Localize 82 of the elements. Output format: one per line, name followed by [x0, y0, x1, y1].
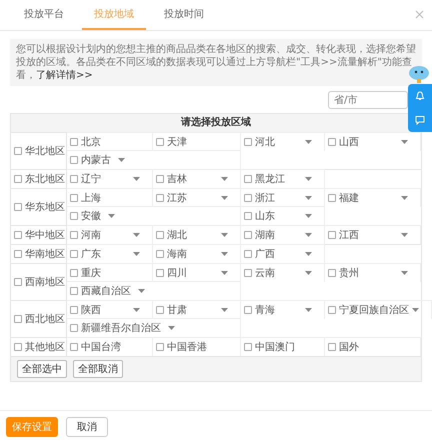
- province-checkbox[interactable]: 新疆维吾尔自治区: [67, 318, 241, 337]
- caret-icon[interactable]: [305, 196, 312, 200]
- caret-icon[interactable]: [133, 308, 140, 312]
- caret-icon[interactable]: [221, 271, 228, 275]
- caret-icon[interactable]: [221, 177, 228, 181]
- region-checkbox[interactable]: 其他地区: [11, 338, 67, 356]
- caret-icon[interactable]: [108, 214, 115, 218]
- province-checkbox[interactable]: 中国澳门: [241, 337, 325, 356]
- province-checkbox[interactable]: 安徽: [67, 206, 241, 225]
- caret-icon[interactable]: [133, 252, 140, 256]
- province-checkbox[interactable]: 吉林: [153, 169, 241, 188]
- caret-icon[interactable]: [118, 158, 125, 162]
- caret-icon[interactable]: [221, 233, 228, 237]
- province-checkbox[interactable]: 上海: [67, 188, 153, 207]
- caret-icon[interactable]: [138, 289, 145, 293]
- region-checkbox[interactable]: 华北地区: [11, 133, 67, 169]
- caret-icon[interactable]: [168, 326, 175, 330]
- caret-icon[interactable]: [133, 177, 140, 181]
- region-checkbox[interactable]: 东北地区: [11, 170, 67, 188]
- caret-icon[interactable]: [305, 177, 312, 181]
- province-checkbox[interactable]: 北京: [67, 132, 153, 151]
- province-checkbox[interactable]: 中国香港: [153, 337, 241, 356]
- province-checkbox[interactable]: 国外: [325, 337, 421, 356]
- tab[interactable]: 投放时间: [152, 0, 216, 30]
- select-button[interactable]: 全部选中: [17, 360, 67, 378]
- search-field[interactable]: 省/市: [328, 91, 408, 109]
- province-checkbox[interactable]: 福建: [325, 188, 421, 207]
- region-checkbox[interactable]: 华南地区: [11, 245, 67, 263]
- cancel-button[interactable]: 取消: [66, 417, 108, 437]
- province-checkbox[interactable]: 宁夏回族自治区: [325, 300, 432, 319]
- province-checkbox[interactable]: 甘肃: [153, 300, 241, 319]
- select-button[interactable]: 全部取消: [73, 360, 123, 378]
- caret-icon[interactable]: [305, 140, 312, 144]
- province-checkbox[interactable]: 广西: [241, 244, 325, 263]
- region-checkbox[interactable]: 华中地区: [11, 226, 67, 244]
- province-checkbox[interactable]: 重庆: [67, 263, 153, 282]
- province-checkbox[interactable]: 黑龙江: [241, 169, 325, 188]
- province-checkbox[interactable]: 江苏: [153, 188, 241, 207]
- province-checkbox[interactable]: 西藏自治区: [67, 281, 241, 300]
- caret-icon[interactable]: [305, 308, 312, 312]
- caret-icon[interactable]: [221, 308, 228, 312]
- caret-icon[interactable]: [221, 252, 228, 256]
- caret-icon[interactable]: [305, 252, 312, 256]
- bell-icon[interactable]: [415, 91, 425, 101]
- caret-icon[interactable]: [412, 308, 419, 312]
- province-checkbox[interactable]: 广东: [67, 244, 153, 263]
- province-checkbox[interactable]: 湖北: [153, 225, 241, 244]
- province-checkbox[interactable]: 青海: [241, 300, 325, 319]
- province-checkbox[interactable]: 湖南: [241, 225, 325, 244]
- caret-icon[interactable]: [305, 233, 312, 237]
- province-checkbox[interactable]: 四川: [153, 263, 241, 282]
- region-checkbox[interactable]: 华东地区: [11, 189, 67, 225]
- notice-text: 您可以根据设计划内的您想主推的商品品类在各地区的搜索、成交、转化表现，选择您希望投放的区域。各品类在不同区域的数据表现可以通过上方导航栏"工具>>流量解析"功能查看，了解详情>>: [10, 39, 422, 86]
- province-checkbox[interactable]: 贵州: [325, 263, 421, 282]
- province-checkbox[interactable]: 内蒙古: [67, 150, 241, 169]
- region-checkbox[interactable]: 西北地区: [11, 301, 67, 337]
- province-checkbox[interactable]: 中国台湾: [67, 337, 153, 356]
- caret-icon[interactable]: [221, 196, 228, 200]
- chat-icon[interactable]: [415, 115, 425, 125]
- caret-icon[interactable]: [401, 140, 408, 144]
- tab[interactable]: 投放平台: [12, 0, 76, 30]
- province-checkbox[interactable]: 陕西: [67, 300, 153, 319]
- province-checkbox[interactable]: 浙江: [241, 188, 325, 207]
- province-checkbox[interactable]: 河北: [241, 132, 325, 151]
- caret-icon[interactable]: [401, 196, 408, 200]
- details-link[interactable]: 了解详情>>: [36, 70, 93, 81]
- province-checkbox[interactable]: 山西: [325, 132, 421, 151]
- caret-icon[interactable]: [401, 233, 408, 237]
- caret-icon[interactable]: [133, 233, 140, 237]
- caret-icon[interactable]: [401, 271, 408, 275]
- province-checkbox[interactable]: 海南: [153, 244, 241, 263]
- province-checkbox[interactable]: 山东: [241, 206, 325, 225]
- caret-icon[interactable]: [305, 271, 312, 275]
- mascot-icon[interactable]: [408, 64, 430, 84]
- close-icon[interactable]: [415, 10, 424, 19]
- province-checkbox[interactable]: 天津: [153, 132, 241, 151]
- province-checkbox[interactable]: 辽宁: [67, 169, 153, 188]
- province-checkbox[interactable]: 云南: [241, 263, 325, 282]
- region-checkbox[interactable]: 西南地区: [11, 264, 67, 300]
- caret-icon[interactable]: [305, 214, 312, 218]
- province-checkbox[interactable]: 江西: [325, 225, 421, 244]
- province-checkbox[interactable]: 河南: [67, 225, 153, 244]
